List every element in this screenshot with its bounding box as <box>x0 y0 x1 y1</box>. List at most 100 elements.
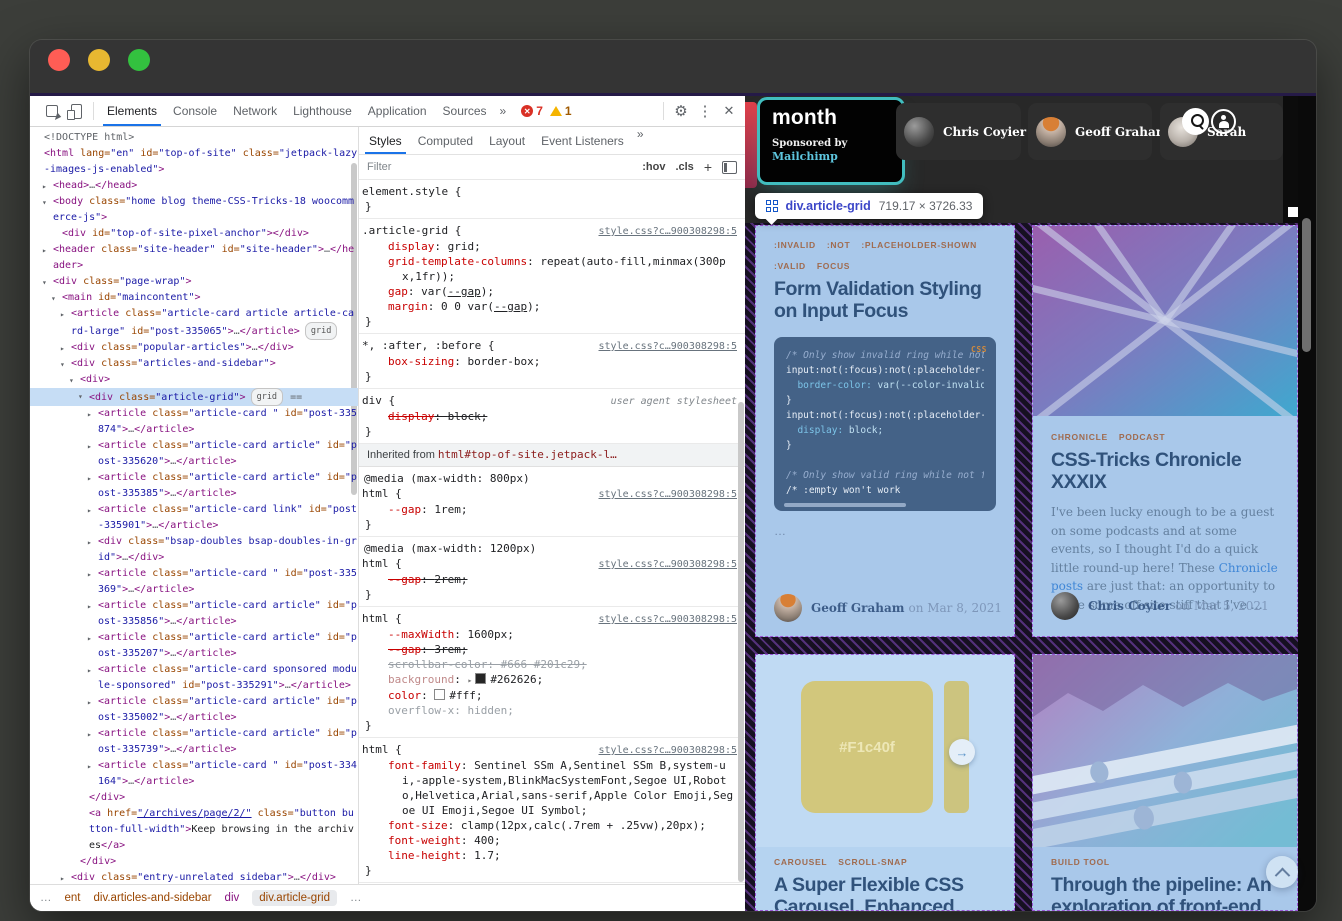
css-selector[interactable]: html { <box>362 611 402 626</box>
expand-icon[interactable]: ▸ <box>87 727 92 743</box>
grid-badge[interactable]: grid <box>251 388 283 406</box>
more-tabs-icon[interactable]: » <box>495 104 512 118</box>
styles-control-cls[interactable]: .cls <box>675 161 693 173</box>
expand-icon[interactable]: ▸ <box>87 599 92 615</box>
author-name[interactable]: Geoff Graham <box>811 601 904 615</box>
expand-icon[interactable]: ▸ <box>87 535 92 551</box>
code-horizontal-scrollbar[interactable] <box>784 503 906 507</box>
css-selector[interactable]: element.style { <box>362 184 461 199</box>
expand-icon[interactable]: ▸ <box>87 407 92 423</box>
breadcrumb-item[interactable]: … <box>350 892 362 904</box>
css-property[interactable]: line-height: 1.7; <box>362 848 737 863</box>
collapse-icon[interactable]: ▾ <box>60 357 65 373</box>
dom-tree-node[interactable]: <div id="top-of-site-pixel-anchor"></div… <box>30 226 358 242</box>
media-query[interactable]: @media (max-width: 1200px) <box>362 541 737 556</box>
kebab-menu-icon[interactable]: ⋮ <box>693 99 717 123</box>
css-property[interactable]: display: grid; <box>362 239 737 254</box>
article-card-carousel[interactable]: #F1c40f → CAROUSELSCROLL-SNAP A Super Fl… <box>755 654 1015 911</box>
breadcrumb-item[interactable]: … <box>40 892 52 904</box>
devtools-tab-sources[interactable]: Sources <box>435 96 495 126</box>
search-icon[interactable] <box>1182 108 1209 135</box>
css-property[interactable]: gap: var(--gap); <box>362 284 737 299</box>
dom-tree-node[interactable]: ▸<article class="article-card " id="post… <box>30 758 358 790</box>
css-property[interactable]: background: ▸#262626; <box>362 672 737 688</box>
devtools-tab-elements[interactable]: Elements <box>99 96 165 126</box>
collapse-icon[interactable]: ▾ <box>78 389 83 405</box>
css-property[interactable]: font-family: Sentinel SSm A,Sentinel SSm… <box>362 758 737 818</box>
expand-icon[interactable]: ▸ <box>87 663 92 679</box>
dom-tree-node[interactable]: ▸<article class="article-card link" id="… <box>30 502 358 534</box>
styles-control-hov[interactable]: :hov <box>642 161 665 173</box>
expand-icon[interactable]: ▸ <box>87 471 92 487</box>
collapse-icon[interactable]: ▾ <box>42 275 47 291</box>
article-title[interactable]: CSS-Tricks Chronicle XXXIX <box>1051 449 1279 493</box>
settings-gear-icon[interactable]: ⚙ <box>669 99 693 123</box>
color-swatch[interactable] <box>475 673 486 684</box>
dom-tree-node[interactable]: <!DOCTYPE html> <box>30 130 358 146</box>
minimize-window-button[interactable] <box>88 49 110 71</box>
css-property[interactable]: --gap: 3rem; <box>362 642 737 657</box>
devtools-tab-application[interactable]: Application <box>360 96 435 126</box>
devtools-tab-network[interactable]: Network <box>225 96 285 126</box>
dom-tree-node[interactable]: ▸<article class="article-card " id="post… <box>30 406 358 438</box>
dom-tree-node[interactable]: ▸<head>…</head> <box>30 178 358 194</box>
css-property[interactable]: --gap: 1rem; <box>362 502 737 517</box>
dom-tree-node[interactable]: ▾<div> <box>30 372 358 388</box>
console-status-badges[interactable]: ✕7 1 <box>515 102 577 120</box>
css-selector[interactable]: html { <box>362 742 402 757</box>
dom-tree-node[interactable]: ▸<div class="popular-articles">…</div> <box>30 340 358 356</box>
close-window-button[interactable] <box>48 49 70 71</box>
dom-tree-node[interactable]: ▸<article class="article-card article" i… <box>30 630 358 662</box>
dom-tree-node[interactable]: <a href="/archives/page/2/" class="butto… <box>30 806 358 854</box>
css-selector[interactable]: div { <box>362 393 395 408</box>
author-chip-chris-coyier[interactable]: Chris Coyier <box>896 103 1021 160</box>
more-styles-tabs-icon[interactable]: » <box>632 127 649 154</box>
css-selector[interactable]: *, :after, :before { <box>362 338 494 353</box>
article-tag-link[interactable]: CHRONICLE <box>1051 432 1108 442</box>
expand-icon[interactable]: ▸ <box>60 871 65 884</box>
dom-tree-node[interactable]: ▸<article class="article-card article" i… <box>30 598 358 630</box>
stylesheet-source-link[interactable]: style.css?c…900308298:5 <box>591 612 737 627</box>
dom-tree-node[interactable]: </div> <box>30 790 358 806</box>
stylesheet-source-link[interactable]: style.css?c…900308298:5 <box>591 557 737 572</box>
dom-tree-node[interactable]: ▸<div class="bsap-doubles bsap-doubles-i… <box>30 534 358 566</box>
css-property[interactable]: grid-template-columns: repeat(auto-fill,… <box>362 254 737 284</box>
account-icon[interactable] <box>1211 109 1236 134</box>
dom-tree-node[interactable]: ▸<div class="entry-unrelated sidebar">…<… <box>30 870 358 884</box>
expand-icon[interactable]: ▸ <box>60 341 65 357</box>
css-property[interactable]: color: #fff; <box>362 688 737 703</box>
author-byline[interactable]: Chris Coyieron Mar 5, 2021 <box>1051 592 1269 620</box>
css-selector[interactable]: .article-grid { <box>362 223 461 238</box>
device-toolbar-icon[interactable] <box>64 99 88 123</box>
css-property[interactable]: --gap: 2rem; <box>362 572 737 587</box>
breadcrumb-item[interactable]: div.articles-and-sidebar <box>94 892 212 904</box>
expand-icon[interactable]: ▸ <box>87 631 92 647</box>
css-selector[interactable]: html { <box>362 556 402 571</box>
grid-badge[interactable]: grid <box>305 322 337 340</box>
author-byline[interactable]: Geoff Grahamon Mar 8, 2021 <box>774 594 1002 622</box>
author-name[interactable]: Chris Coyier <box>1088 599 1171 613</box>
styles-tab-layout[interactable]: Layout <box>481 127 533 154</box>
article-tag-link[interactable]: :VALID <box>774 261 806 271</box>
styles-tab-event-listeners[interactable]: Event Listeners <box>533 127 632 154</box>
article-card-chronicle[interactable]: CHRONICLE PODCAST CSS-Tricks Chronicle XX… <box>1032 225 1298 637</box>
stylesheet-source-link[interactable]: style.css?c…900308298:5 <box>591 224 737 239</box>
breadcrumb-item[interactable]: div <box>225 892 240 904</box>
dom-tree-node[interactable]: ▸<article class="article-card article ar… <box>30 306 358 340</box>
css-selector[interactable]: html { <box>362 486 402 501</box>
toggle-sidebar-icon[interactable] <box>722 161 737 174</box>
article-tag-link[interactable]: PODCAST <box>1119 432 1165 442</box>
styles-control-[interactable]: + <box>704 159 712 175</box>
expand-icon[interactable]: ▸ <box>87 759 92 775</box>
article-tag-link[interactable]: BUILD TOOL <box>1051 857 1110 867</box>
css-property[interactable]: box-sizing: border-box; <box>362 354 737 369</box>
article-card-pipeline[interactable]: BUILD TOOL Through the pipeline: An expl… <box>1032 654 1298 911</box>
expand-icon[interactable]: ▸ <box>42 243 47 259</box>
article-tag-link[interactable]: :PLACEHOLDER-SHOWN <box>861 240 977 250</box>
dom-tree-node[interactable]: ▸<article class="article-card article" i… <box>30 726 358 758</box>
page-scrollbar-track[interactable] <box>1298 96 1316 911</box>
stylesheet-source-link[interactable]: style.css?c…900308298:5 <box>591 743 737 758</box>
dom-tree-node[interactable]: ▾<div class="articles-and-sidebar"> <box>30 356 358 372</box>
dom-tree-node[interactable]: ▾<div class="article-grid">grid== <box>30 388 358 406</box>
css-property[interactable]: scrollbar-color: #666 #201c29; <box>362 657 737 672</box>
